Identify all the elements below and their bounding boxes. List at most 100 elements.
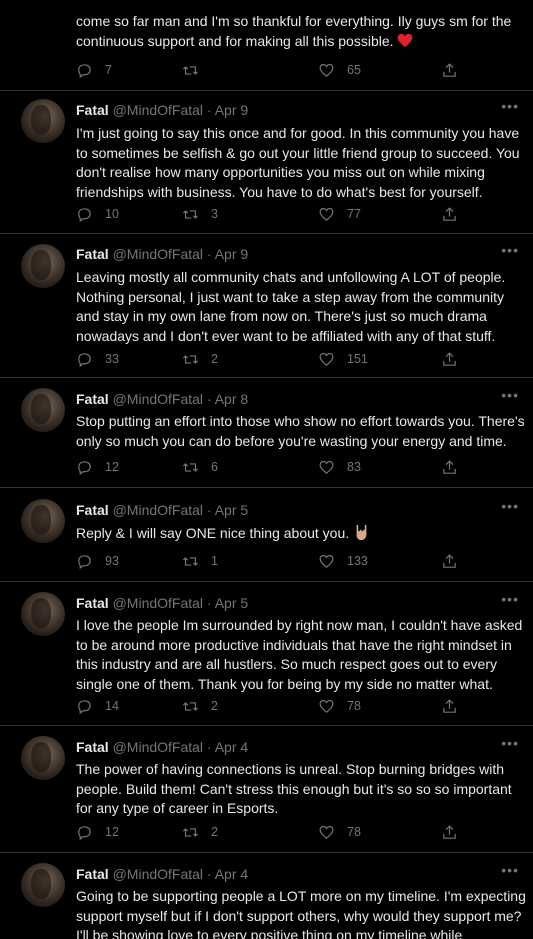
- share-button[interactable]: [441, 349, 458, 369]
- tweet-actions: 12 2 78: [76, 822, 456, 842]
- retweet-button[interactable]: 2: [182, 696, 218, 716]
- reply-button[interactable]: 12: [76, 457, 119, 477]
- retweet-button[interactable]: 3: [182, 204, 218, 224]
- avatar[interactable]: [21, 863, 65, 907]
- dot-separator: ·: [203, 866, 215, 882]
- reply-button[interactable]: 12: [76, 822, 119, 842]
- reply-button[interactable]: 10: [76, 204, 119, 224]
- tweet-date[interactable]: Apr 8: [215, 391, 248, 407]
- retweet-count: 2: [211, 825, 218, 839]
- author-name[interactable]: Fatal: [76, 866, 109, 882]
- like-button[interactable]: 151: [318, 349, 368, 369]
- like-button[interactable]: 78: [318, 822, 361, 842]
- tweet-date[interactable]: Apr 9: [215, 102, 248, 118]
- retweet-count: 1: [211, 554, 218, 568]
- like-count: 65: [347, 63, 361, 77]
- like-count: 78: [347, 699, 361, 713]
- tweet-date[interactable]: Apr 4: [215, 866, 248, 882]
- author-handle[interactable]: @MindOfFatal: [113, 502, 203, 518]
- tweet-text: Going to be supporting people a LOT more…: [76, 888, 526, 939]
- reply-count: 12: [105, 825, 119, 839]
- red-heart-emoji-icon: [398, 33, 413, 47]
- share-button[interactable]: [441, 822, 458, 842]
- avatar[interactable]: [21, 244, 65, 288]
- retweet-button[interactable]: [182, 60, 211, 80]
- tweet[interactable]: Fatal @MindOfFatal · Apr 8 ••• Stop putt…: [0, 378, 533, 488]
- retweet-icon: [182, 556, 199, 566]
- share-icon: [443, 351, 456, 366]
- tweet[interactable]: Fatal @MindOfFatal · Apr 5 ••• I love th…: [0, 582, 533, 726]
- author-handle[interactable]: @MindOfFatal: [113, 391, 203, 407]
- retweet-icon: [182, 827, 199, 837]
- reply-icon: [78, 460, 91, 475]
- author-name[interactable]: Fatal: [76, 595, 109, 611]
- tweet[interactable]: Fatal @MindOfFatal · Apr 9 ••• I'm just …: [0, 91, 533, 234]
- share-button[interactable]: [441, 204, 458, 224]
- author-name[interactable]: Fatal: [76, 739, 109, 755]
- reply-button[interactable]: 93: [76, 551, 119, 571]
- tweet-actions: 93 1 133: [76, 551, 456, 571]
- reply-count: 14: [105, 699, 119, 713]
- more-options-button[interactable]: •••: [501, 242, 519, 258]
- retweet-button[interactable]: 1: [182, 551, 218, 571]
- tweet-date[interactable]: Apr 4: [215, 739, 248, 755]
- tweet-date[interactable]: Apr 5: [215, 502, 248, 518]
- retweet-button[interactable]: 6: [182, 457, 218, 477]
- author-handle[interactable]: @MindOfFatal: [113, 866, 203, 882]
- more-options-button[interactable]: •••: [501, 98, 519, 114]
- reply-button[interactable]: 7: [76, 60, 112, 80]
- tweet[interactable]: Fatal @MindOfFatal · Apr 5 ••• Reply & I…: [0, 488, 533, 582]
- tweet-text: I'm just going to say this once and for …: [76, 125, 520, 200]
- reply-button[interactable]: 33: [76, 349, 119, 369]
- tweet[interactable]: Fatal @MindOfFatal · Apr 4 ••• The power…: [0, 726, 533, 853]
- retweet-button[interactable]: 2: [182, 349, 218, 369]
- like-button[interactable]: 78: [318, 696, 361, 716]
- retweet-button[interactable]: 2: [182, 822, 218, 842]
- share-button[interactable]: [441, 551, 458, 571]
- like-count: 151: [347, 352, 368, 366]
- author-handle[interactable]: @MindOfFatal: [113, 246, 203, 262]
- avatar[interactable]: [21, 736, 65, 780]
- retweet-icon: [182, 701, 199, 711]
- avatar[interactable]: [21, 592, 65, 636]
- tweet[interactable]: come so far man and I'm so thankful for …: [0, 0, 533, 91]
- author-name[interactable]: Fatal: [76, 502, 109, 518]
- more-options-button[interactable]: •••: [501, 862, 519, 878]
- avatar[interactable]: [21, 99, 65, 143]
- avatar[interactable]: [21, 499, 65, 543]
- retweet-icon: [182, 462, 199, 472]
- author-name[interactable]: Fatal: [76, 246, 109, 262]
- reply-button[interactable]: 14: [76, 696, 119, 716]
- avatar[interactable]: [21, 388, 65, 432]
- tweet-header: Fatal @MindOfFatal · Apr 5: [76, 595, 248, 611]
- more-options-button[interactable]: •••: [501, 735, 519, 751]
- author-name[interactable]: Fatal: [76, 391, 109, 407]
- like-button[interactable]: 77: [318, 204, 361, 224]
- author-handle[interactable]: @MindOfFatal: [113, 595, 203, 611]
- author-name[interactable]: Fatal: [76, 102, 109, 118]
- tweet-actions: 12 6 83: [76, 457, 456, 477]
- more-options-button[interactable]: •••: [501, 591, 519, 607]
- dot-separator: ·: [203, 502, 215, 518]
- tweet[interactable]: Fatal @MindOfFatal · Apr 4 ••• Going to …: [0, 853, 533, 939]
- like-button[interactable]: 83: [318, 457, 361, 477]
- like-button[interactable]: 65: [318, 60, 361, 80]
- reply-icon: [78, 825, 91, 840]
- author-handle[interactable]: @MindOfFatal: [113, 102, 203, 118]
- like-button[interactable]: 133: [318, 551, 368, 571]
- tweet-date[interactable]: Apr 5: [215, 595, 248, 611]
- more-options-button[interactable]: •••: [501, 498, 519, 514]
- heart-icon: [319, 825, 334, 839]
- share-button[interactable]: [441, 60, 458, 80]
- tweet-header: Fatal @MindOfFatal · Apr 9: [76, 246, 248, 262]
- author-handle[interactable]: @MindOfFatal: [113, 739, 203, 755]
- share-button[interactable]: [441, 696, 458, 716]
- heart-icon: [319, 352, 334, 366]
- share-icon: [443, 698, 456, 713]
- tweet-text: Leaving mostly all community chats and u…: [76, 269, 506, 344]
- more-options-button[interactable]: •••: [501, 387, 519, 403]
- tweet-date[interactable]: Apr 9: [215, 246, 248, 262]
- tweet[interactable]: Fatal @MindOfFatal · Apr 9 ••• Leaving m…: [0, 234, 533, 378]
- heart-icon: [319, 460, 334, 474]
- share-button[interactable]: [441, 457, 458, 477]
